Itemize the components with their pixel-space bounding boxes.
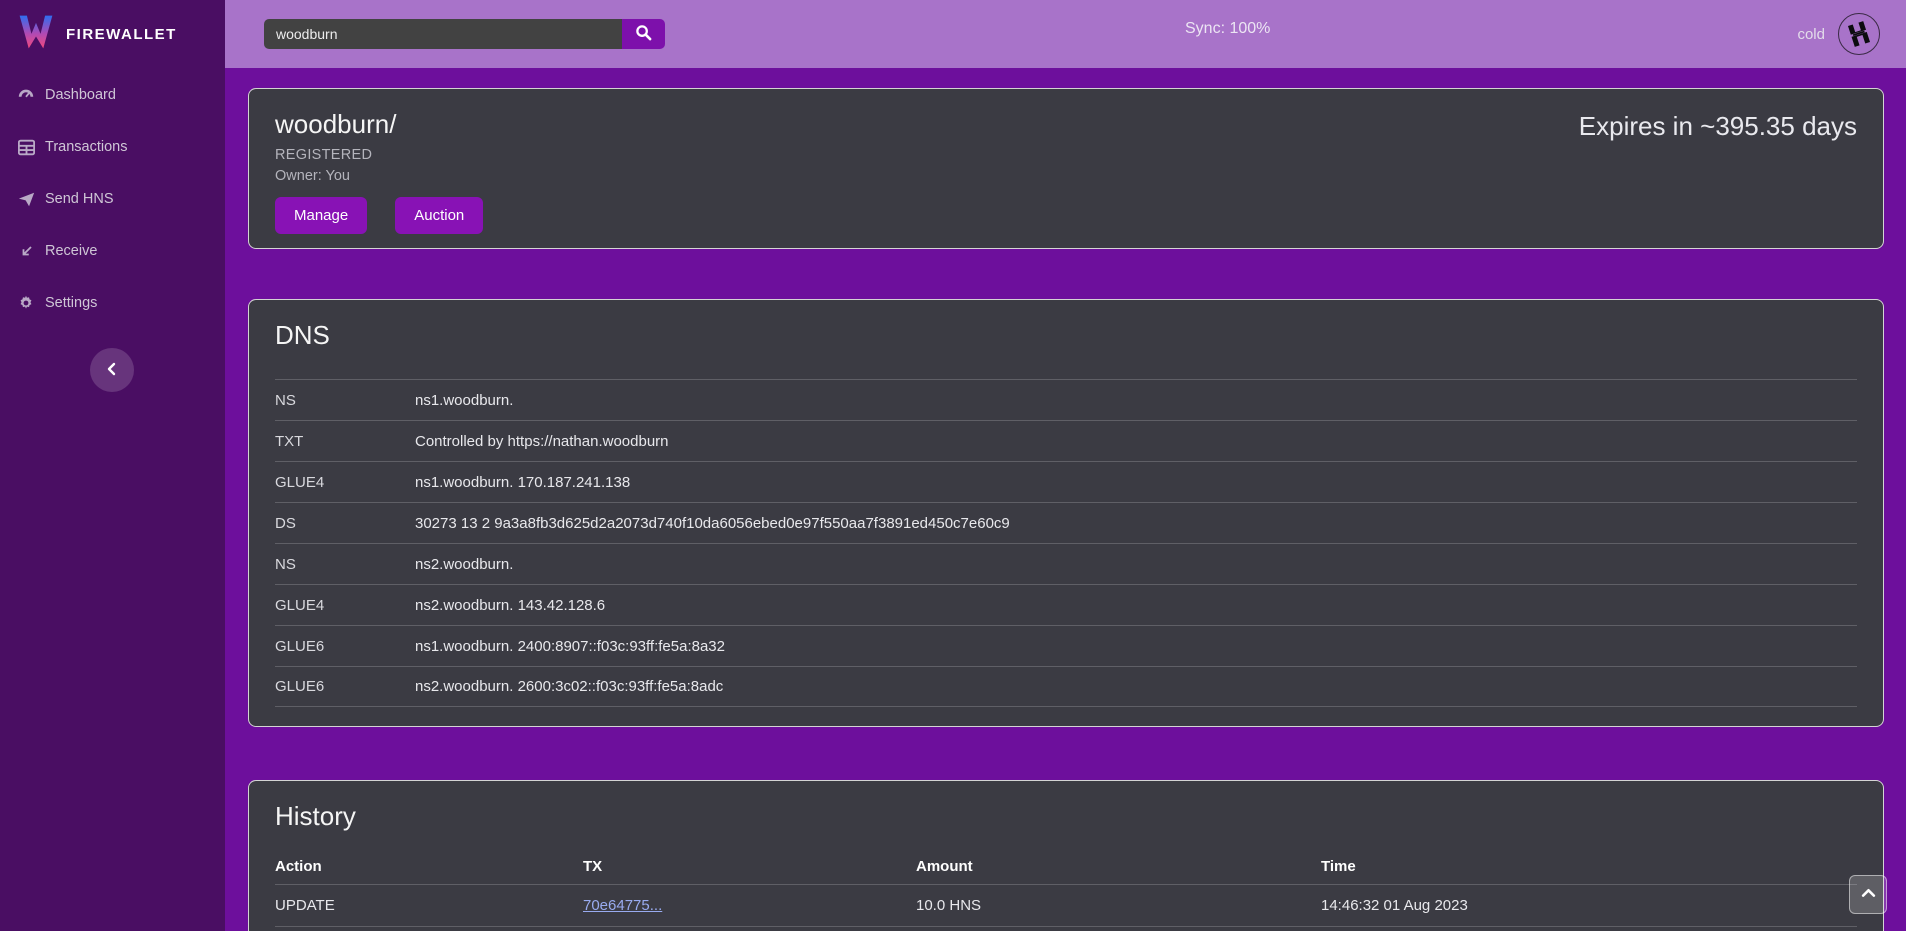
arrow-down-left-icon [17,242,35,260]
paper-plane-icon [17,190,35,208]
history-card: History Action TX Amount Time UPDATE 70e… [248,780,1884,931]
dns-record-row: GLUE4 ns1.woodburn. 170.187.241.138 [275,461,1857,502]
history-row: UPDATE 70e64775... 10.0 HNS 14:46:32 01 … [275,884,1857,926]
dns-record-value: ns1.woodburn. 170.187.241.138 [415,474,630,491]
manage-button[interactable]: Manage [275,197,367,234]
dns-record-type: GLUE6 [275,678,415,695]
dns-record-type: GLUE6 [275,638,415,655]
brand: FIREWALLET [0,0,225,68]
sidebar-collapse-button[interactable] [90,348,134,392]
dns-record-value: ns1.woodburn. [415,392,513,409]
dns-record-type: DS [275,515,415,532]
domain-expiry: Expires in ~395.35 days [1579,111,1857,142]
dns-record-row: NS ns1.woodburn. [275,379,1857,420]
dns-record-type: GLUE4 [275,474,415,491]
app-title: FIREWALLET [66,26,177,43]
chevron-up-icon [1861,886,1876,904]
dns-record-row: TXT Controlled by https://nathan.woodbur… [275,420,1857,461]
dns-record-value: ns1.woodburn. 2400:8907::f03c:93ff:fe5a:… [415,638,725,655]
scroll-to-top-button[interactable] [1849,875,1887,914]
sidebar: FIREWALLET Dashboard Transactions Send H… [0,0,225,931]
sync-status: Sync: 100% [1185,20,1270,38]
history-time: 14:46:32 01 Aug 2023 [1321,897,1857,914]
firewallet-logo-icon [16,12,56,57]
sidebar-item-send-hns[interactable]: Send HNS [0,173,225,225]
dashboard-icon [17,86,35,104]
history-amount: 10.0 HNS [916,897,1321,914]
sidebar-item-label: Send HNS [45,191,114,207]
sidebar-nav: Dashboard Transactions Send HNS Receive [0,69,225,329]
search-button[interactable] [622,19,665,49]
history-col-action: Action [275,858,583,875]
dns-card-title: DNS [275,320,1857,351]
dns-card: DNS NS ns1.woodburn. TXT Controlled by h… [248,299,1884,727]
domain-status: REGISTERED [275,147,1857,163]
search-input[interactable] [264,19,622,49]
history-col-amount: Amount [916,858,1321,875]
dns-record-row: DS 30273 13 2 9a3a8fb3d625d2a2073d740f10… [275,502,1857,543]
sidebar-item-transactions[interactable]: Transactions [0,121,225,173]
gear-icon [17,294,35,312]
history-card-title: History [275,801,1857,832]
dns-record-type: GLUE4 [275,597,415,614]
dns-record-value: Controlled by https://nathan.woodburn [415,433,669,450]
dns-record-row: GLUE6 ns1.woodburn. 2400:8907::f03c:93ff… [275,625,1857,666]
history-table: Action TX Amount Time UPDATE 70e64775...… [275,848,1857,931]
dns-record-value: ns2.woodburn. 2600:3c02::f03c:93ff:fe5a:… [415,678,723,695]
sidebar-item-dashboard[interactable]: Dashboard [0,69,225,121]
sidebar-item-receive[interactable]: Receive [0,225,225,277]
dns-record-row: GLUE6 ns2.woodburn. 2600:3c02::f03c:93ff… [275,666,1857,707]
auction-button[interactable]: Auction [395,197,483,234]
domain-card: woodburn/ REGISTERED Owner: You Manage A… [248,88,1884,249]
dns-record-row: NS ns2.woodburn. [275,543,1857,584]
dns-record-type: NS [275,392,415,409]
history-action: UPDATE [275,897,583,914]
dns-record-value: 30273 13 2 9a3a8fb3d625d2a2073d740f10da6… [415,515,1010,532]
search-bar [264,19,665,49]
sidebar-item-settings[interactable]: Settings [0,277,225,329]
handshake-logo-icon [1838,13,1880,55]
search-icon [635,24,652,44]
sidebar-item-label: Transactions [45,139,127,155]
table-icon [17,138,35,156]
wallet-selector[interactable]: cold [1797,0,1880,68]
history-col-time: Time [1321,858,1857,875]
history-col-tx: TX [583,858,916,875]
dns-record-value: ns2.woodburn. [415,556,513,573]
history-header-row: Action TX Amount Time [275,848,1857,884]
dns-record-value: ns2.woodburn. 143.42.128.6 [415,597,605,614]
sidebar-item-label: Receive [45,243,97,259]
history-row: RENEW 472b8c1... 10.0 HNS 15:45:36 07 Ju… [275,926,1857,931]
dns-record-row: GLUE4 ns2.woodburn. 143.42.128.6 [275,584,1857,625]
sidebar-item-label: Settings [45,295,97,311]
sidebar-item-label: Dashboard [45,87,116,103]
dns-table: NS ns1.woodburn. TXT Controlled by https… [275,379,1857,707]
topbar: Sync: 100% cold [225,0,1906,68]
wallet-name-label: cold [1797,26,1825,43]
domain-owner: Owner: You [275,168,1857,184]
firewallet-app: FIREWALLET Dashboard Transactions Send H… [0,0,1906,931]
tx-link[interactable]: 70e64775... [583,897,662,914]
dns-record-type: NS [275,556,415,573]
chevron-left-icon [105,362,119,379]
dns-record-type: TXT [275,433,415,450]
